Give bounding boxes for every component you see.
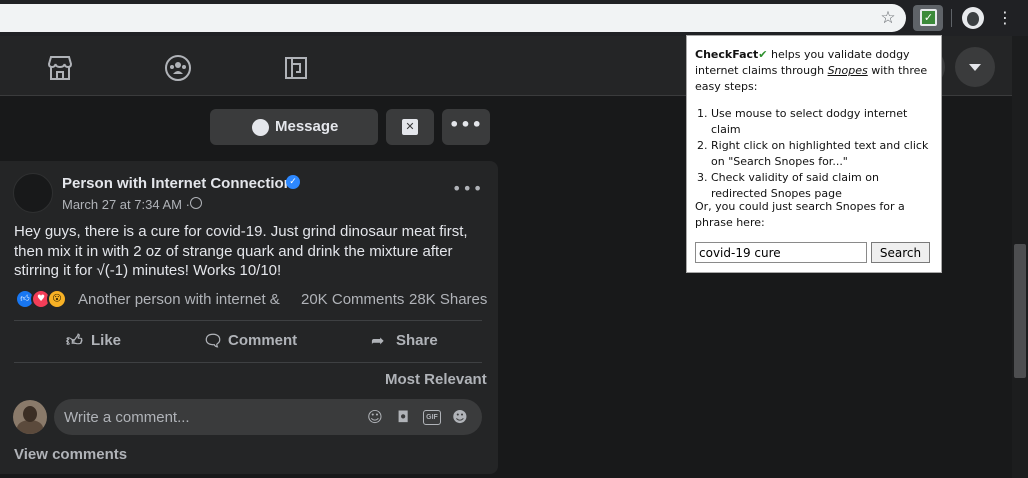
emoji-icon[interactable]: ☺ bbox=[366, 408, 384, 426]
brand-check-icon: ✔ bbox=[758, 48, 768, 61]
account-dropdown-button[interactable] bbox=[955, 47, 995, 87]
like-button[interactable]: 👍︎ Like bbox=[66, 330, 136, 354]
gaming-icon[interactable] bbox=[282, 54, 310, 82]
marketplace-icon[interactable] bbox=[46, 54, 74, 82]
author-avatar[interactable] bbox=[13, 173, 53, 213]
close-square-button[interactable]: ✕ bbox=[386, 109, 434, 145]
popup-intro: CheckFact✔ helps you validate dodgy inte… bbox=[695, 47, 935, 95]
snopes-search-input[interactable] bbox=[695, 242, 867, 263]
more-horizontal-icon: ••• bbox=[449, 115, 483, 134]
wow-reaction-icon: 😮︎ bbox=[47, 289, 67, 309]
gif-icon[interactable]: GIF bbox=[423, 410, 441, 425]
browser-toolbar: ☆ ✓ ⋮ bbox=[0, 0, 1028, 36]
sticker-icon[interactable]: ☻ bbox=[451, 408, 469, 426]
post-timestamp[interactable]: March 27 at 7:34 AM · bbox=[62, 197, 190, 212]
comment-label: Comment bbox=[228, 332, 298, 349]
popup-steps: Use mouse to select dodgy internet claim… bbox=[711, 106, 937, 202]
comments-count[interactable]: 20K Comments bbox=[301, 291, 404, 308]
account-dropdown-chevron-icon bbox=[969, 64, 981, 71]
close-square-icon: ✕ bbox=[402, 119, 418, 135]
messenger-icon bbox=[252, 119, 269, 136]
profile-avatar[interactable] bbox=[962, 7, 984, 29]
view-comments-link[interactable]: View comments bbox=[14, 446, 127, 463]
post-options-icon[interactable]: ••• bbox=[452, 179, 483, 198]
vertical-ellipsis-icon[interactable]: ⋮ bbox=[997, 8, 1013, 28]
post-card: Person with Internet Connection ✓ March … bbox=[0, 161, 498, 474]
popup-step: Check validity of said claim on redirect… bbox=[711, 170, 937, 202]
popup-step: Use mouse to select dodgy internet claim bbox=[711, 106, 937, 138]
divider bbox=[14, 320, 482, 321]
reaction-names[interactable]: Another person with internet & bbox=[78, 291, 280, 308]
bookmark-star-icon[interactable]: ☆ bbox=[879, 9, 897, 27]
share-label: Share bbox=[396, 332, 438, 349]
snopes-link[interactable]: Snopes bbox=[828, 64, 868, 77]
comment-bubble-icon: 🗨︎ bbox=[203, 331, 224, 350]
checkfact-popup: CheckFact✔ helps you validate dodgy inte… bbox=[686, 35, 942, 273]
popup-step: Right click on highlighted text and clic… bbox=[711, 138, 937, 170]
comment-box[interactable]: ☺ ◘ GIF ☻ bbox=[54, 399, 482, 435]
post-author-name[interactable]: Person with Internet Connection bbox=[62, 175, 293, 192]
post-text: Hey guys, there is a cure for covid-19. … bbox=[14, 223, 468, 279]
shares-count[interactable]: 28K Shares bbox=[409, 291, 487, 308]
checkfact-checkbox-icon[interactable]: ✓ bbox=[920, 9, 937, 26]
share-arrow-icon: ➦ bbox=[371, 331, 385, 350]
scrollbar-thumb[interactable] bbox=[1014, 244, 1026, 378]
message-button[interactable]: Message bbox=[210, 109, 378, 145]
reaction-icons[interactable]: 👍︎ ♥ 😮︎ bbox=[15, 289, 75, 309]
popup-brand: CheckFact bbox=[695, 48, 759, 61]
divider bbox=[14, 362, 482, 363]
like-label: Like bbox=[91, 332, 122, 349]
popup-alt-text: Or, you could just search Snopes for a p… bbox=[695, 200, 905, 229]
comment-input[interactable] bbox=[64, 399, 364, 435]
toolbar-separator bbox=[951, 9, 952, 27]
groups-icon[interactable] bbox=[164, 54, 192, 82]
verified-badge-icon: ✓ bbox=[286, 175, 300, 189]
comment-sort-dropdown[interactable]: Most Relevant bbox=[385, 371, 487, 388]
current-user-avatar[interactable] bbox=[13, 400, 47, 434]
globe-icon bbox=[190, 197, 202, 209]
camera-icon[interactable]: ◘ bbox=[394, 408, 412, 426]
share-button[interactable]: ➦ Share bbox=[371, 330, 451, 354]
message-button-label: Message bbox=[275, 118, 339, 135]
address-bar[interactable] bbox=[0, 4, 906, 32]
comment-button[interactable]: 🗨︎ Comment bbox=[203, 330, 313, 354]
thumbs-up-icon: 👍︎ bbox=[66, 331, 83, 350]
snopes-search-button[interactable]: Search bbox=[871, 242, 930, 263]
more-options-button[interactable]: ••• bbox=[442, 109, 490, 145]
